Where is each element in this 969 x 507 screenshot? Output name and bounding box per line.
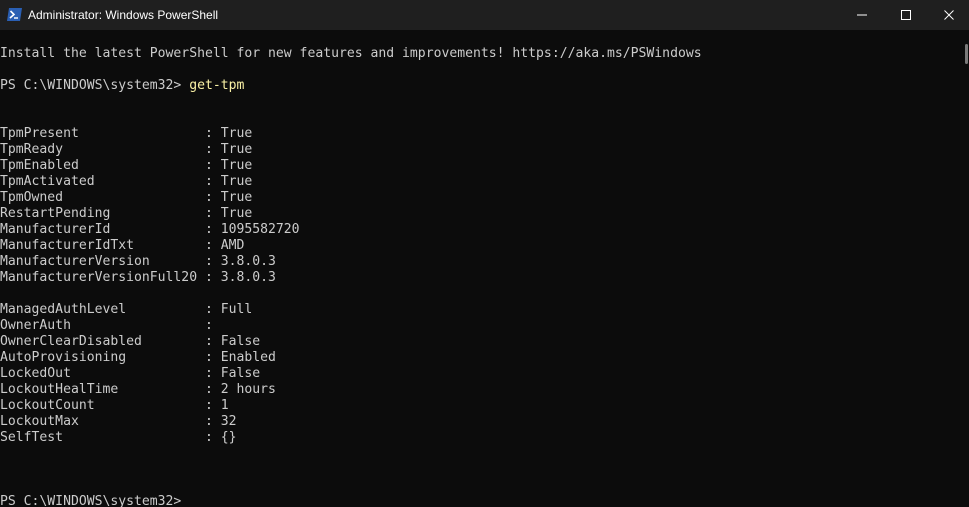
property-line: ManufacturerId : 1095582720: [0, 222, 300, 237]
maximize-button[interactable]: [886, 0, 926, 30]
prompt-line: PS C:\WINDOWS\system32> get-tpm: [0, 78, 244, 94]
property-line: TpmPresent : True: [0, 126, 253, 141]
scrollbar-track[interactable]: [958, 30, 969, 507]
minimize-icon: [857, 14, 867, 16]
property-line: RestartPending : True: [0, 206, 253, 221]
property-line: ManagedAuthLevel : Full: [0, 302, 253, 317]
scrollbar-thumb[interactable]: [965, 44, 968, 64]
console-output[interactable]: Install the latest PowerShell for new fe…: [0, 30, 958, 507]
close-icon: [944, 10, 954, 20]
command-text: get-tpm: [189, 78, 245, 93]
powershell-icon: [6, 6, 23, 23]
banner-line: Install the latest PowerShell for new fe…: [0, 46, 702, 61]
property-line: TpmEnabled : True: [0, 158, 253, 173]
property-line: LockoutMax : 32: [0, 414, 237, 429]
property-line: LockoutHealTime : 2 hours: [0, 382, 276, 397]
property-line: ManufacturerVersionFull20 : 3.8.0.3: [0, 270, 276, 285]
property-line: TpmReady : True: [0, 142, 253, 157]
title-bar[interactable]: Administrator: Windows PowerShell: [0, 0, 969, 30]
property-line: LockedOut : False: [0, 366, 261, 381]
maximize-icon: [901, 10, 911, 20]
window-title: Administrator: Windows PowerShell: [28, 8, 219, 22]
property-line: ManufacturerVersion : 3.8.0.3: [0, 254, 276, 269]
property-line: TpmOwned : True: [0, 190, 253, 205]
property-line: ManufacturerIdTxt : AMD: [0, 238, 245, 253]
property-line: LockoutCount : 1: [0, 398, 229, 413]
property-line: AutoProvisioning : Enabled: [0, 350, 276, 365]
property-line: OwnerClearDisabled : False: [0, 334, 261, 349]
minimize-button[interactable]: [842, 0, 882, 30]
property-line: TpmActivated : True: [0, 174, 253, 189]
prompt-text: PS C:\WINDOWS\system32>: [0, 78, 190, 93]
prompt-line-final: PS C:\WINDOWS\system32>: [0, 494, 182, 507]
property-line: SelfTest : {}: [0, 430, 237, 445]
property-line: OwnerAuth :: [0, 318, 213, 333]
close-button[interactable]: [929, 0, 969, 30]
